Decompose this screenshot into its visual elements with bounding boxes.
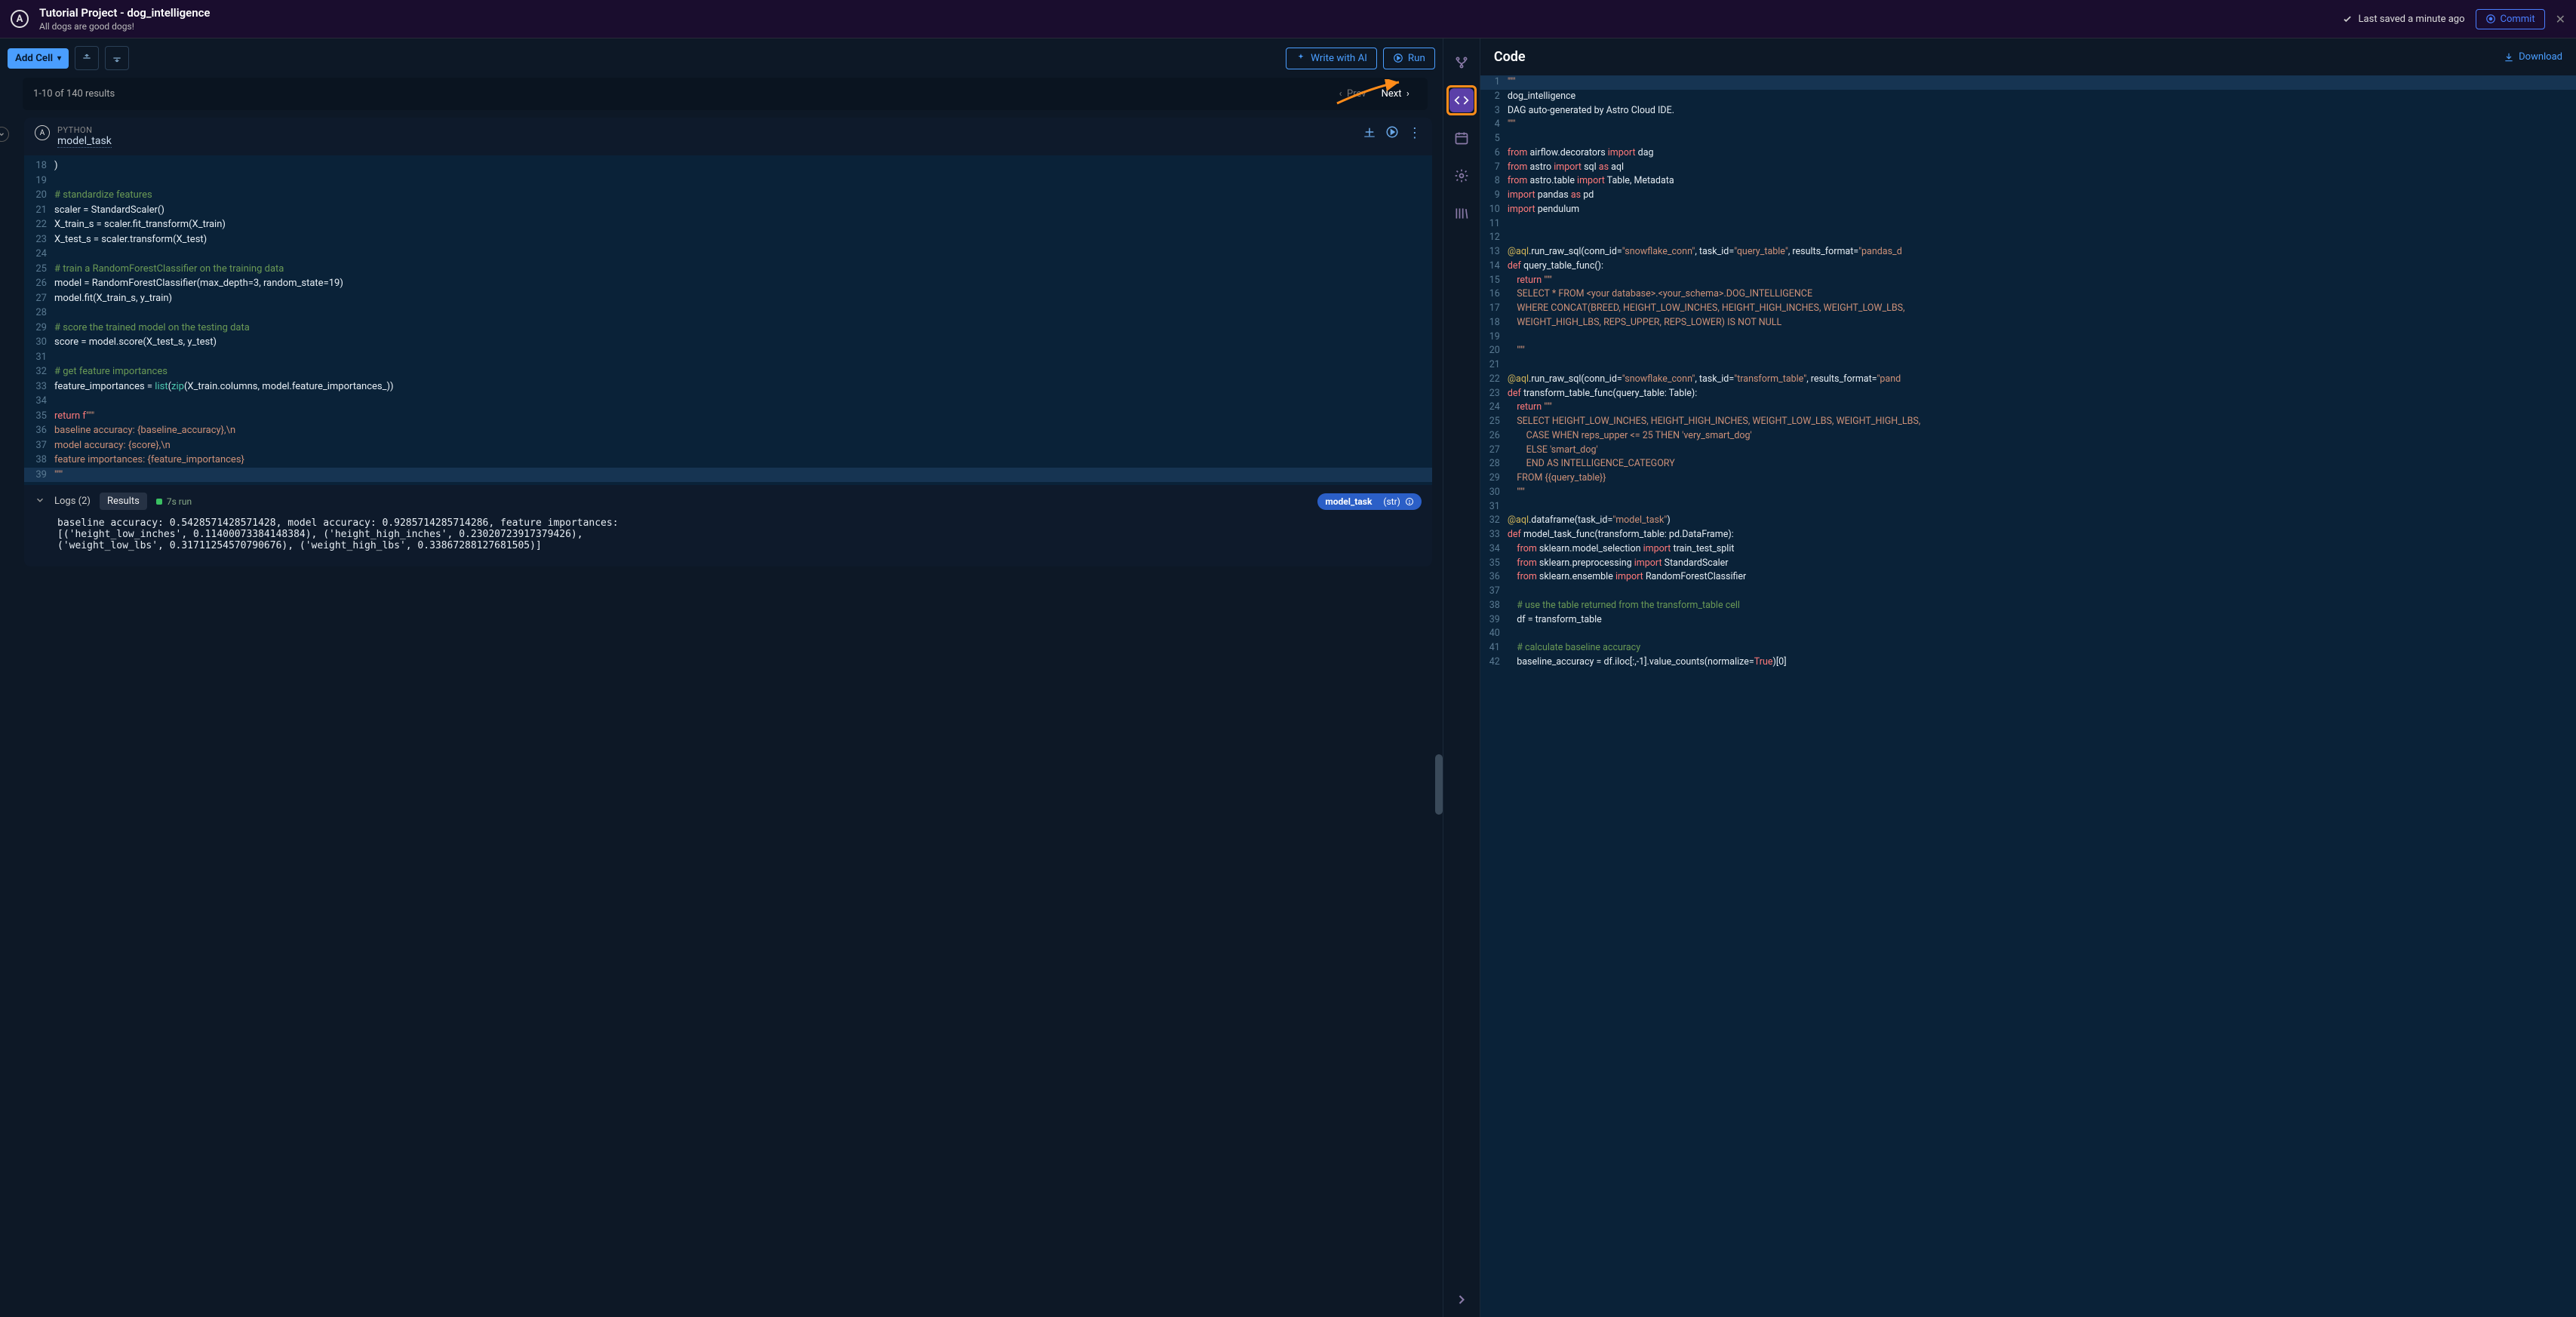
results-tab[interactable]: Results bbox=[100, 493, 147, 510]
cell-menu-icon[interactable]: ⋮ bbox=[1408, 127, 1422, 140]
collapse-cell-icon[interactable] bbox=[0, 127, 9, 142]
cell-brand-icon: A bbox=[35, 125, 50, 140]
side-rail bbox=[1443, 38, 1480, 1317]
code-cell: A PYTHON model_task ⋮ bbox=[24, 118, 1432, 566]
run-button[interactable]: Run bbox=[1383, 48, 1435, 69]
download-button[interactable]: Download bbox=[2504, 51, 2562, 63]
save-status: Last saved a minute ago bbox=[2342, 14, 2465, 25]
results-summary: 1-10 of 140 results bbox=[33, 88, 115, 100]
cell-code-editor[interactable]: 18)1920# standardize features21scaler = … bbox=[24, 155, 1432, 485]
library-icon[interactable] bbox=[1449, 201, 1474, 226]
cell-footer: Logs (2) Results 7s run model_task (str) bbox=[24, 485, 1432, 517]
project-title: Tutorial Project - dog_intelligence bbox=[39, 6, 2342, 20]
branch-icon[interactable] bbox=[1449, 51, 1474, 75]
expand-icon[interactable] bbox=[1449, 1293, 1474, 1317]
dag-code-editor[interactable]: 1"""2dog_intelligence3DAG auto-generated… bbox=[1480, 75, 2576, 1317]
close-icon[interactable]: ✕ bbox=[2556, 12, 2565, 26]
commit-button[interactable]: Commit bbox=[2476, 9, 2545, 29]
code-panel-title: Code bbox=[1494, 49, 2504, 65]
add-cell-button[interactable]: Add Cell bbox=[8, 48, 69, 69]
collapse-output-icon[interactable] bbox=[35, 495, 45, 508]
cell-name-input[interactable]: model_task bbox=[57, 135, 112, 148]
split-up-icon[interactable] bbox=[75, 46, 99, 70]
add-below-icon[interactable] bbox=[1363, 125, 1376, 142]
code-icon[interactable] bbox=[1449, 88, 1474, 112]
run-duration-badge: 7s run bbox=[156, 496, 192, 507]
cell-output: baseline accuracy: 0.5428571428571428, m… bbox=[24, 517, 1432, 566]
cell-container: A PYTHON model_task ⋮ bbox=[11, 118, 1432, 566]
write-with-ai-button[interactable]: Write with AI bbox=[1286, 48, 1377, 69]
scrollbar[interactable] bbox=[1435, 754, 1443, 815]
split-down-icon[interactable] bbox=[105, 46, 129, 70]
code-panel: Code Download 1"""2dog_intelligence3DAG … bbox=[1480, 38, 2576, 1317]
calendar-icon[interactable] bbox=[1449, 126, 1474, 150]
project-subtitle: All dogs are good dogs! bbox=[39, 21, 2342, 32]
gear-icon[interactable] bbox=[1449, 164, 1474, 188]
notebook-toolbar: Add Cell Write with AI Run bbox=[0, 38, 1443, 78]
callout-arrow bbox=[1336, 79, 1403, 109]
app-header: A Tutorial Project - dog_intelligence Al… bbox=[0, 0, 2576, 38]
logs-tab[interactable]: Logs (2) bbox=[54, 496, 91, 507]
results-pager: 1-10 of 140 results ‹ Prev Next › bbox=[23, 78, 1428, 110]
notebook-pane: Add Cell Write with AI Run 1-10 bbox=[0, 38, 1443, 1317]
cell-language-label: PYTHON bbox=[57, 125, 1363, 135]
brand-logo: A bbox=[11, 10, 29, 28]
run-cell-icon[interactable] bbox=[1385, 125, 1399, 142]
output-type-badge[interactable]: model_task (str) bbox=[1317, 493, 1421, 510]
